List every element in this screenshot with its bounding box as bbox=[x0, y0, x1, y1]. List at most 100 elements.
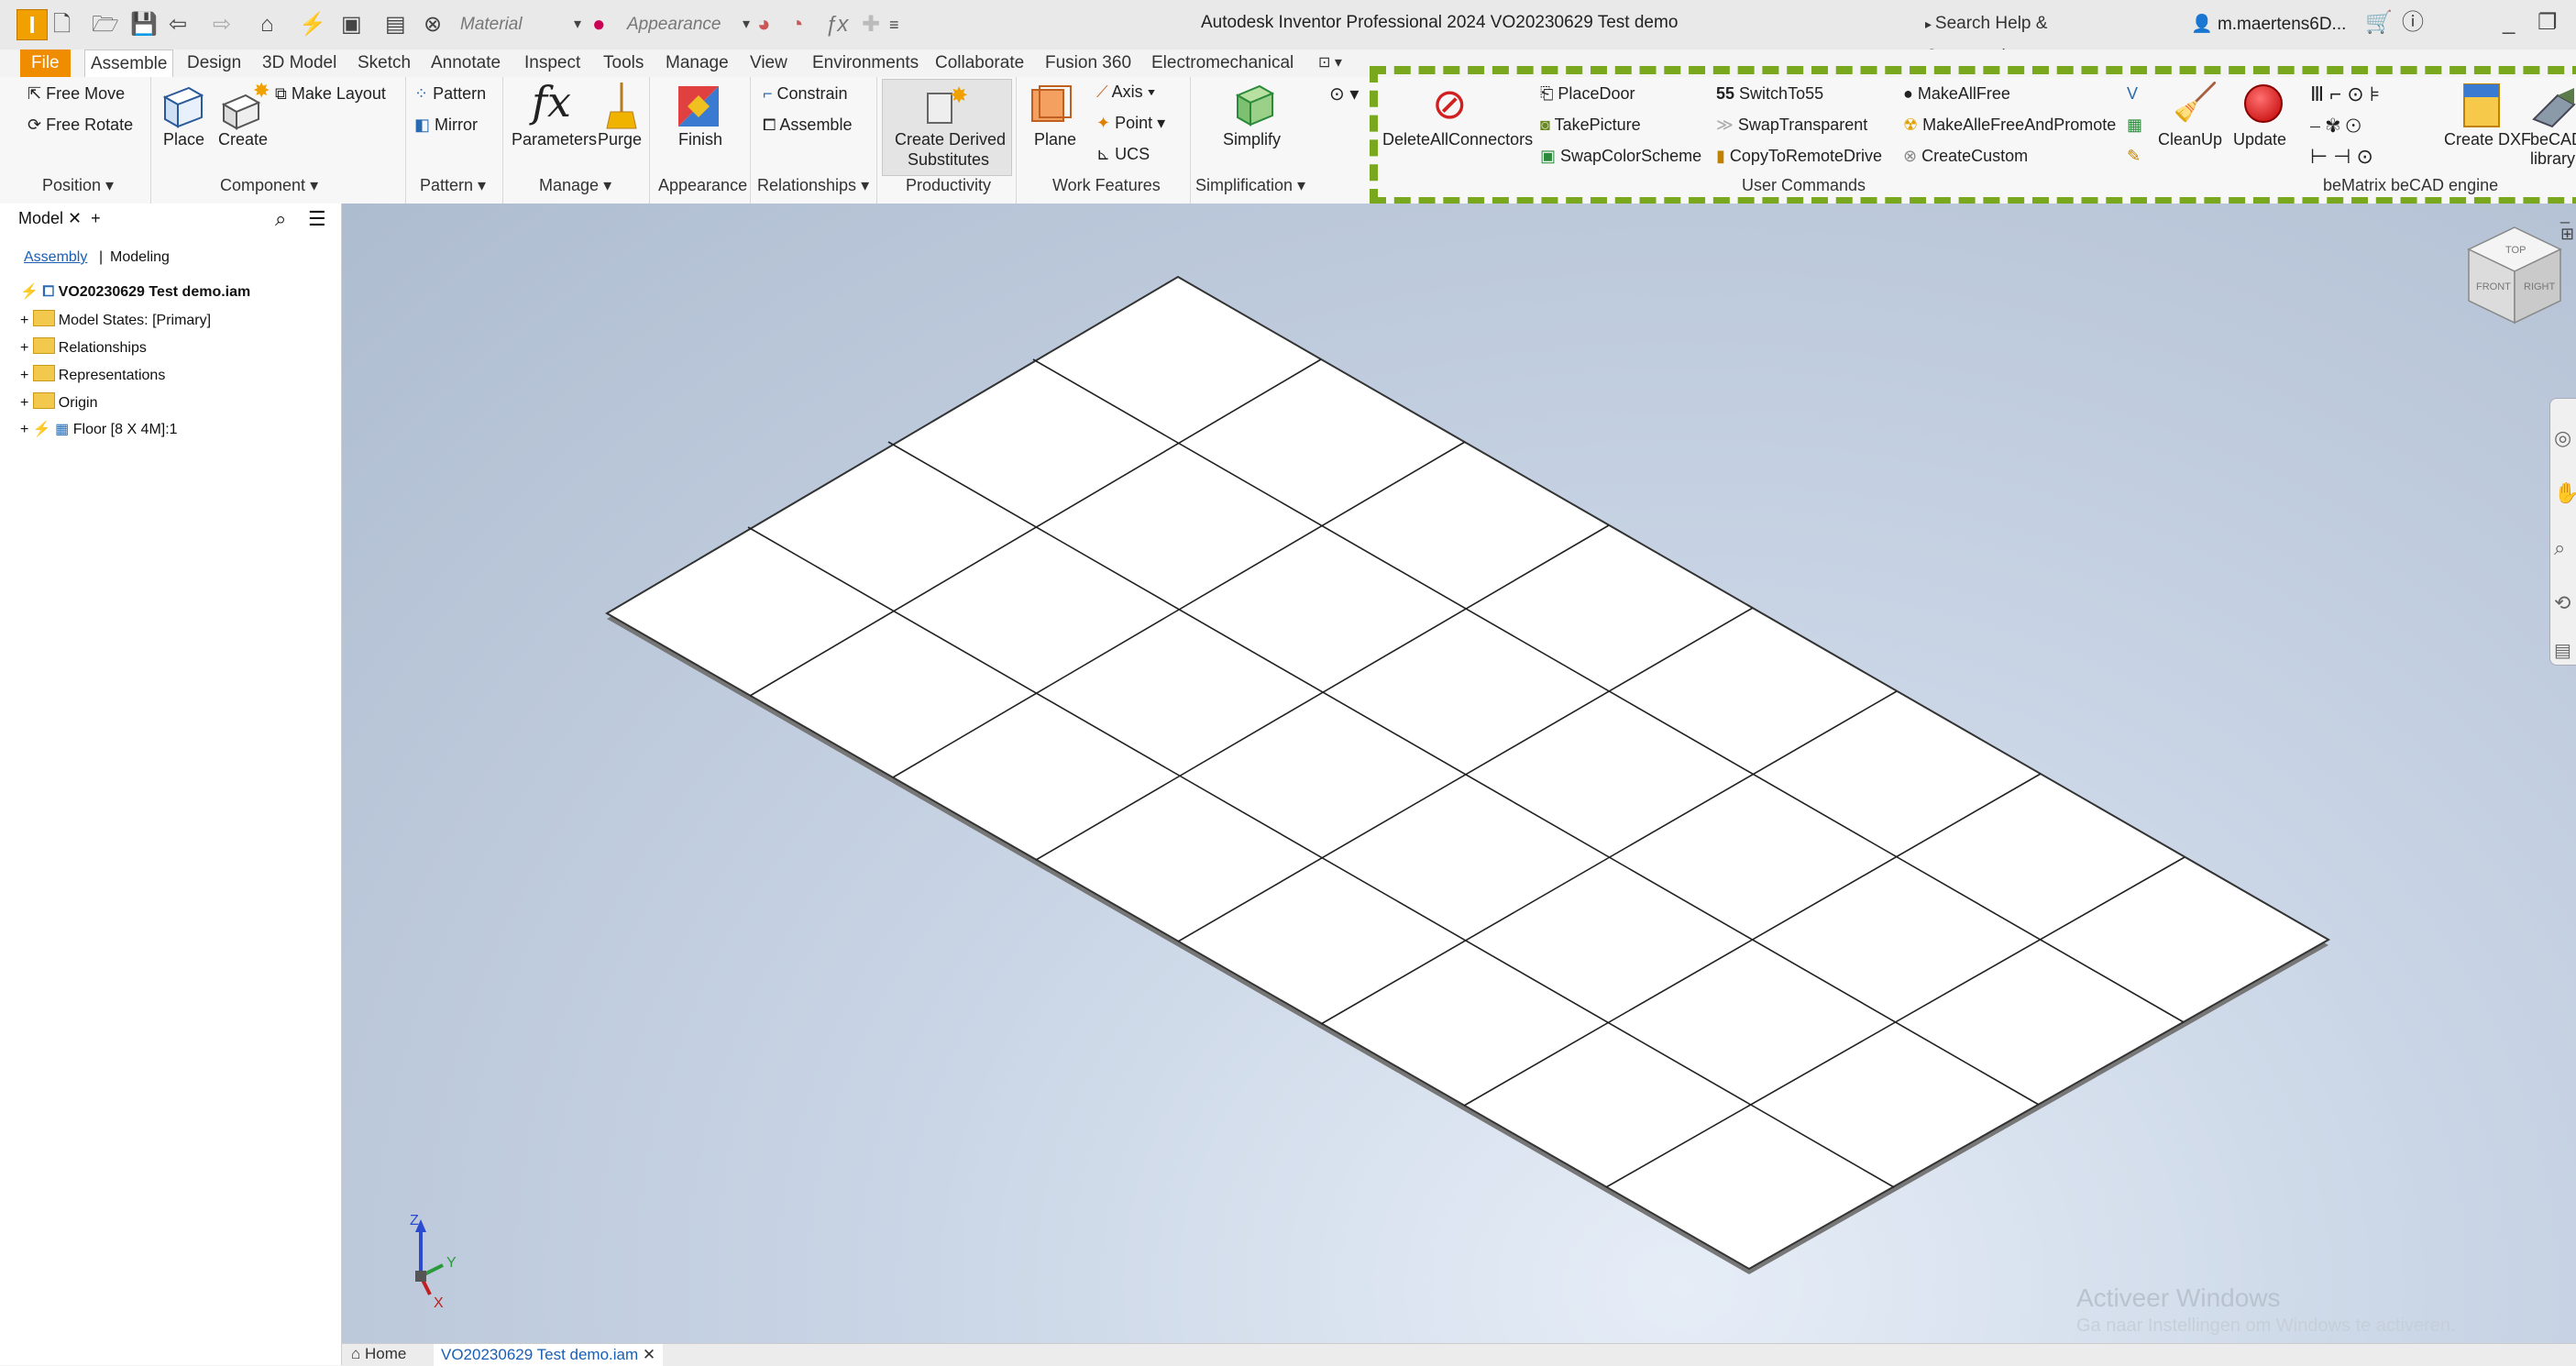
measure-icon[interactable]: ▤ bbox=[385, 9, 406, 40]
create-dxf-button[interactable]: Create DXF bbox=[2444, 130, 2531, 149]
vba-icon[interactable]: V bbox=[2127, 84, 2138, 104]
free-rotate-button[interactable]: ⟳ Free Rotate bbox=[28, 116, 133, 135]
mirror-button[interactable]: ◧ Mirror bbox=[414, 116, 478, 135]
panel-manage[interactable]: Manage ▾ bbox=[539, 176, 611, 195]
tab-environments[interactable]: Environments bbox=[807, 50, 924, 77]
tab-assemble[interactable]: Assemble bbox=[84, 50, 174, 78]
update-icon[interactable]: ⚡ bbox=[299, 9, 326, 40]
make-all-free-promote-button[interactable]: ☢ MakeAlleFreeAndPromote bbox=[1903, 116, 2116, 135]
open-file-icon[interactable]: 🗁 bbox=[92, 9, 119, 40]
pan-icon[interactable]: ✋ bbox=[2554, 481, 2576, 505]
place-button[interactable]: Place bbox=[163, 130, 204, 149]
fx-icon[interactable]: ƒx bbox=[825, 9, 848, 40]
material-icon[interactable]: ⊗ bbox=[424, 9, 442, 40]
finish-button[interactable]: Finish bbox=[678, 130, 722, 149]
zoom-icon[interactable]: ⌕ bbox=[2554, 536, 2565, 560]
ucs-button[interactable]: ⊾ UCS bbox=[1096, 145, 1150, 164]
help-icon[interactable]: ⓘ bbox=[2402, 7, 2424, 39]
update-button[interactable]: Update bbox=[2233, 130, 2286, 149]
axis-button[interactable]: ⟋ Axis ▾ bbox=[1096, 83, 1155, 102]
becad-library-button[interactable]: beCADlibrary bbox=[2530, 130, 2576, 169]
tree-item-floor[interactable]: + ⚡ ▦ Floor [8 X 4M]:1 bbox=[20, 420, 178, 438]
purge-button[interactable]: Purge bbox=[598, 130, 642, 149]
user-account[interactable]: 👤 m.maertens6D... bbox=[2191, 13, 2346, 35]
tab-electromechanical[interactable]: Electromechanical bbox=[1146, 50, 1299, 77]
panel-pattern[interactable]: Pattern ▾ bbox=[420, 176, 486, 195]
select-icon[interactable]: ▣ bbox=[341, 9, 362, 40]
new-file-icon[interactable]: 🗋 bbox=[53, 9, 71, 40]
assembly-mode-link[interactable]: Assembly bbox=[24, 249, 87, 266]
undo-icon[interactable]: ⇦ bbox=[169, 9, 187, 40]
viewcube-right[interactable]: RIGHT bbox=[2524, 281, 2556, 292]
point-button[interactable]: ✦ Point ▾ bbox=[1096, 114, 1165, 133]
tab-3d-model[interactable]: 3D Model bbox=[257, 50, 342, 77]
plus-icon[interactable]: ✚ bbox=[862, 9, 880, 40]
tab-manage[interactable]: Manage bbox=[660, 50, 734, 77]
graphics-viewport[interactable]: TOP FRONT RIGHT _ ⊞ ◎ ✋ ⌕ ⟲ ▤ Z Y X bbox=[342, 204, 2576, 1343]
search-icon[interactable]: ⌕ bbox=[275, 207, 286, 231]
tree-item-model-states[interactable]: + Model States: [Primary] bbox=[20, 310, 211, 329]
swap-transparent-button[interactable]: ≫ SwapTransparent bbox=[1716, 116, 1867, 135]
make-layout-button[interactable]: ⧉ Make Layout bbox=[275, 84, 386, 104]
tree-item-representations[interactable]: + Representations bbox=[20, 365, 165, 384]
connector-tool-icon[interactable]: ⊢ ⊣ ⊙ bbox=[2310, 145, 2373, 169]
pattern-button[interactable]: ⁘ Pattern bbox=[414, 84, 486, 104]
tab-design[interactable]: Design bbox=[182, 50, 247, 77]
switch-to-55-button[interactable]: 55 SwitchTo55 bbox=[1716, 84, 1823, 104]
tab-view[interactable]: View bbox=[744, 50, 793, 77]
free-move-button[interactable]: ⇱ Free Move bbox=[28, 84, 125, 104]
swap-color-scheme-button[interactable]: ▣ SwapColorScheme bbox=[1540, 147, 1701, 166]
place-door-button[interactable]: ⎗ PlaceDoor bbox=[1540, 84, 1635, 104]
orbit-icon[interactable]: ⟲ bbox=[2554, 591, 2570, 615]
viewcube-top[interactable]: TOP bbox=[2505, 245, 2526, 256]
create-custom-button[interactable]: ⊗ CreateCustom bbox=[1903, 147, 2028, 166]
edit-icon[interactable]: ✎ bbox=[2127, 147, 2141, 166]
viewport-layout-icon[interactable]: _ ⊞ bbox=[2560, 205, 2576, 244]
tab-tools[interactable]: Tools bbox=[598, 50, 649, 77]
create-button[interactable]: Create bbox=[218, 130, 268, 149]
constrain-button[interactable]: ⌐ Constrain bbox=[763, 84, 848, 104]
panel-simplification[interactable]: Simplification ▾ bbox=[1195, 176, 1305, 195]
tree-item-origin[interactable]: + Origin bbox=[20, 392, 97, 412]
parameters-button[interactable]: Parameters bbox=[512, 130, 597, 149]
simplify-button[interactable]: Simplify bbox=[1223, 130, 1281, 149]
tab-fusion-360[interactable]: Fusion 360 bbox=[1040, 50, 1137, 77]
home-icon[interactable]: ⌂ bbox=[260, 9, 274, 40]
beam-tool-icon[interactable]: ⎯ ✾ ⊙ bbox=[2310, 114, 2361, 138]
menu-icon[interactable]: ☰ bbox=[308, 207, 326, 231]
adjust-icon[interactable]: ◕ bbox=[757, 9, 771, 40]
home-tab[interactable]: ⌂ Home bbox=[351, 1345, 406, 1363]
viewcube-front[interactable]: FRONT bbox=[2476, 281, 2511, 292]
panel-component[interactable]: Component ▾ bbox=[220, 176, 318, 195]
excel-icon[interactable]: ▦ bbox=[2127, 116, 2142, 135]
ribbon-collapse-icon[interactable]: ⊙ ▾ bbox=[1329, 83, 1359, 105]
frame-tool-icon[interactable]: Ⅲ ⌐ ⊙ ⊧ bbox=[2310, 83, 2380, 106]
ribbon-options-icon[interactable]: ⊡ ▾ bbox=[1313, 50, 1348, 77]
floor-model[interactable] bbox=[342, 204, 2576, 1343]
app-logo[interactable]: I bbox=[17, 9, 48, 40]
search-help-field[interactable]: ▸ Search Help & Commands... bbox=[1925, 7, 2154, 66]
chevron-down-icon[interactable]: ▾ bbox=[574, 9, 581, 40]
close-icon[interactable]: ✕ bbox=[68, 209, 82, 227]
customize-icon[interactable]: ≡ bbox=[889, 9, 899, 40]
make-all-free-button[interactable]: ● MakeAllFree bbox=[1903, 84, 2010, 104]
restore-icon[interactable]: ❐ bbox=[2537, 7, 2558, 39]
tab-collaborate[interactable]: Collaborate bbox=[930, 50, 1029, 77]
appearance-dropdown[interactable]: Appearance bbox=[627, 9, 721, 40]
redo-icon[interactable]: ⇨ bbox=[213, 9, 231, 40]
add-tab-icon[interactable]: + bbox=[91, 209, 101, 227]
cart-icon[interactable]: 🛒 bbox=[2365, 7, 2393, 39]
material-dropdown[interactable]: Material bbox=[460, 9, 523, 40]
copy-to-remote-drive-button[interactable]: ▮ CopyToRemoteDrive bbox=[1716, 147, 1882, 166]
tree-item-relationships[interactable]: + Relationships bbox=[20, 337, 147, 357]
tab-annotate[interactable]: Annotate bbox=[425, 50, 506, 77]
take-picture-button[interactable]: ◙ TakePicture bbox=[1540, 116, 1641, 135]
modeling-mode-link[interactable]: Modeling bbox=[110, 249, 170, 266]
assemble-button[interactable]: ⧠ Assemble bbox=[763, 116, 852, 135]
tree-root[interactable]: ⚡ ⧠ VO20230629 Test demo.iam bbox=[20, 282, 250, 301]
minimize-icon[interactable]: _ bbox=[2503, 7, 2515, 39]
document-tab-active[interactable]: VO20230629 Test demo.iam ✕ bbox=[434, 1344, 664, 1366]
viewcube[interactable]: TOP FRONT RIGHT bbox=[2460, 222, 2570, 332]
browser-tab-model[interactable]: Model ✕ + bbox=[18, 209, 101, 228]
save-icon[interactable]: 💾 bbox=[130, 9, 158, 40]
